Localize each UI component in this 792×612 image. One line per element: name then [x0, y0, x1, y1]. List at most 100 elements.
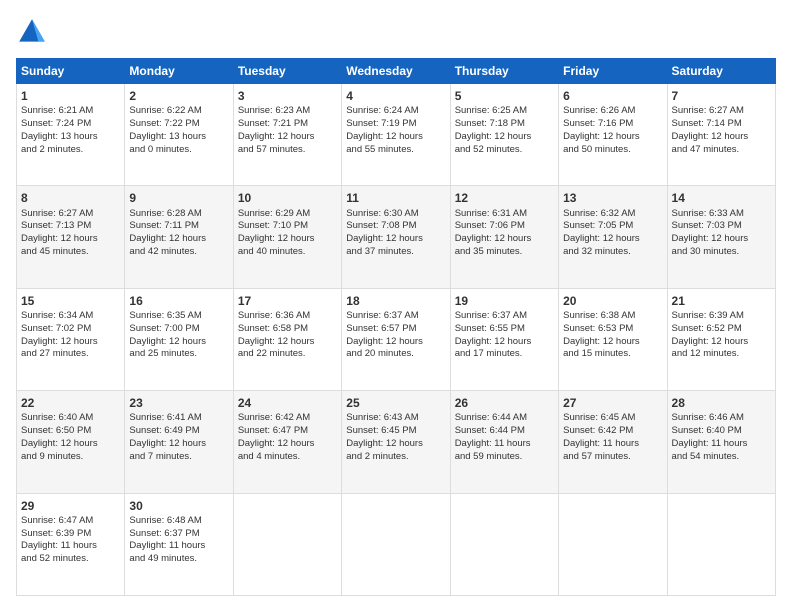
day-info-line: Sunrise: 6:47 AM — [21, 515, 120, 528]
calendar-cell: 2Sunrise: 6:22 AMSunset: 7:22 PMDaylight… — [125, 84, 233, 186]
day-info-line: Sunset: 6:50 PM — [21, 425, 120, 438]
day-info-line: Daylight: 12 hours — [238, 233, 337, 246]
day-info-line: Sunrise: 6:30 AM — [346, 208, 445, 221]
day-info-line: Sunset: 7:03 PM — [672, 220, 771, 233]
day-info-line: Sunset: 6:52 PM — [672, 323, 771, 336]
calendar-cell: 8Sunrise: 6:27 AMSunset: 7:13 PMDaylight… — [17, 186, 125, 288]
day-info-line: Daylight: 12 hours — [346, 438, 445, 451]
day-info-line: Sunset: 6:47 PM — [238, 425, 337, 438]
day-info-line: Sunset: 6:49 PM — [129, 425, 228, 438]
day-info-line: Sunset: 7:10 PM — [238, 220, 337, 233]
day-number: 5 — [455, 88, 554, 104]
day-info-line: Sunrise: 6:32 AM — [563, 208, 662, 221]
day-info-line: Sunset: 7:02 PM — [21, 323, 120, 336]
day-number: 30 — [129, 498, 228, 514]
day-info-line: and 27 minutes. — [21, 348, 120, 361]
calendar-cell — [342, 493, 450, 595]
day-info-line: Sunrise: 6:46 AM — [672, 412, 771, 425]
day-info-line: and 7 minutes. — [129, 451, 228, 464]
calendar-cell: 3Sunrise: 6:23 AMSunset: 7:21 PMDaylight… — [233, 84, 341, 186]
day-info-line: Daylight: 11 hours — [672, 438, 771, 451]
day-info-line: and 50 minutes. — [563, 144, 662, 157]
header — [16, 16, 776, 48]
calendar-cell: 28Sunrise: 6:46 AMSunset: 6:40 PMDayligh… — [667, 391, 775, 493]
day-info-line: Sunrise: 6:43 AM — [346, 412, 445, 425]
day-number: 18 — [346, 293, 445, 309]
day-info-line: Sunset: 7:18 PM — [455, 118, 554, 131]
day-info-line: and 15 minutes. — [563, 348, 662, 361]
day-info-line: Sunrise: 6:23 AM — [238, 105, 337, 118]
calendar-cell: 22Sunrise: 6:40 AMSunset: 6:50 PMDayligh… — [17, 391, 125, 493]
day-info-line: Sunset: 7:05 PM — [563, 220, 662, 233]
day-info-line: and 49 minutes. — [129, 553, 228, 566]
day-info-line: Daylight: 12 hours — [21, 438, 120, 451]
calendar-table: SundayMondayTuesdayWednesdayThursdayFrid… — [16, 58, 776, 596]
day-info-line: and 9 minutes. — [21, 451, 120, 464]
page: SundayMondayTuesdayWednesdayThursdayFrid… — [0, 0, 792, 612]
calendar-cell: 21Sunrise: 6:39 AMSunset: 6:52 PMDayligh… — [667, 288, 775, 390]
day-number: 1 — [21, 88, 120, 104]
calendar-cell: 16Sunrise: 6:35 AMSunset: 7:00 PMDayligh… — [125, 288, 233, 390]
day-info-line: Sunrise: 6:44 AM — [455, 412, 554, 425]
day-info-line: and 57 minutes. — [563, 451, 662, 464]
day-info-line: and 55 minutes. — [346, 144, 445, 157]
day-info-line: Sunrise: 6:33 AM — [672, 208, 771, 221]
day-info-line: Sunrise: 6:36 AM — [238, 310, 337, 323]
day-info-line: Sunset: 7:21 PM — [238, 118, 337, 131]
day-info-line: and 37 minutes. — [346, 246, 445, 259]
day-info-line: Daylight: 12 hours — [563, 336, 662, 349]
day-info-line: Sunrise: 6:26 AM — [563, 105, 662, 118]
day-number: 6 — [563, 88, 662, 104]
day-info-line: Daylight: 13 hours — [21, 131, 120, 144]
day-info-line: Sunset: 6:57 PM — [346, 323, 445, 336]
day-info-line: Sunrise: 6:42 AM — [238, 412, 337, 425]
calendar-cell: 24Sunrise: 6:42 AMSunset: 6:47 PMDayligh… — [233, 391, 341, 493]
day-header-thursday: Thursday — [450, 59, 558, 84]
day-info-line: Sunset: 6:53 PM — [563, 323, 662, 336]
calendar-cell: 13Sunrise: 6:32 AMSunset: 7:05 PMDayligh… — [559, 186, 667, 288]
day-info-line: Sunrise: 6:48 AM — [129, 515, 228, 528]
day-info-line: and 54 minutes. — [672, 451, 771, 464]
day-number: 3 — [238, 88, 337, 104]
day-info-line: and 40 minutes. — [238, 246, 337, 259]
day-number: 22 — [21, 395, 120, 411]
day-number: 8 — [21, 190, 120, 206]
day-info-line: Daylight: 12 hours — [346, 233, 445, 246]
day-info-line: Sunset: 7:19 PM — [346, 118, 445, 131]
day-info-line: Sunrise: 6:35 AM — [129, 310, 228, 323]
day-info-line: Sunset: 7:13 PM — [21, 220, 120, 233]
day-number: 10 — [238, 190, 337, 206]
calendar-body: 1Sunrise: 6:21 AMSunset: 7:24 PMDaylight… — [17, 84, 776, 596]
day-number: 11 — [346, 190, 445, 206]
day-info-line: Sunset: 6:39 PM — [21, 528, 120, 541]
day-info-line: and 2 minutes. — [346, 451, 445, 464]
day-info-line: and 2 minutes. — [21, 144, 120, 157]
calendar-cell — [559, 493, 667, 595]
logo-icon — [16, 16, 48, 48]
day-info-line: and 32 minutes. — [563, 246, 662, 259]
day-info-line: Sunrise: 6:41 AM — [129, 412, 228, 425]
calendar-cell: 9Sunrise: 6:28 AMSunset: 7:11 PMDaylight… — [125, 186, 233, 288]
day-info-line: Sunrise: 6:27 AM — [672, 105, 771, 118]
calendar-cell: 14Sunrise: 6:33 AMSunset: 7:03 PMDayligh… — [667, 186, 775, 288]
day-info-line: Sunrise: 6:39 AM — [672, 310, 771, 323]
day-number: 28 — [672, 395, 771, 411]
day-number: 4 — [346, 88, 445, 104]
day-number: 24 — [238, 395, 337, 411]
day-info-line: Sunrise: 6:40 AM — [21, 412, 120, 425]
calendar-cell: 5Sunrise: 6:25 AMSunset: 7:18 PMDaylight… — [450, 84, 558, 186]
day-info-line: Daylight: 12 hours — [238, 438, 337, 451]
day-info-line: Daylight: 12 hours — [672, 233, 771, 246]
day-info-line: Daylight: 12 hours — [672, 336, 771, 349]
day-info-line: and 52 minutes. — [21, 553, 120, 566]
calendar-cell — [450, 493, 558, 595]
day-info-line: and 35 minutes. — [455, 246, 554, 259]
calendar-cell: 4Sunrise: 6:24 AMSunset: 7:19 PMDaylight… — [342, 84, 450, 186]
day-info-line: Daylight: 11 hours — [129, 540, 228, 553]
day-info-line: Daylight: 12 hours — [129, 336, 228, 349]
day-number: 13 — [563, 190, 662, 206]
day-info-line: Sunset: 7:11 PM — [129, 220, 228, 233]
day-number: 27 — [563, 395, 662, 411]
day-info-line: Daylight: 13 hours — [129, 131, 228, 144]
day-number: 7 — [672, 88, 771, 104]
